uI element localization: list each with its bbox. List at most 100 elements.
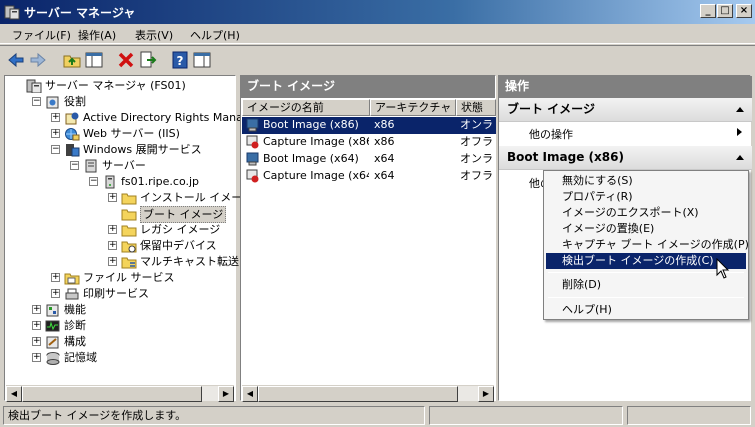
tree-node-label[interactable]: Windows 展開サービス [83,142,202,157]
back-arrow-icon[interactable] [6,50,26,70]
tree-node[interactable]: + 保留中デバイス [5,238,233,254]
context-menu-item[interactable]: ヘルプ(H) [546,302,746,318]
collapse-icon[interactable]: − [32,97,41,106]
folder-icon [121,207,137,221]
tree-node[interactable]: ブート イメージ [5,206,233,223]
servers-icon [83,159,99,173]
tree-node-label[interactable]: 機能 [64,302,86,317]
tree-node[interactable]: + レガシ イメージ [5,222,233,238]
tree-node-label[interactable]: 記憶域 [64,350,97,365]
list-item[interactable]: Capture Image (x64) x64 オフライン [242,168,496,185]
wds-icon [64,143,80,157]
expand-icon[interactable]: + [32,337,41,346]
help-icon[interactable]: ? [170,50,190,70]
tree-node[interactable]: − Windows 展開サービス [5,142,233,158]
forward-arrow-icon[interactable] [28,50,48,70]
show-hide-action-pane-icon[interactable] [192,50,212,70]
list-horizontal-scrollbar[interactable]: ◀ ▶ [242,385,494,402]
tree-node-label[interactable]: 印刷サービス [83,286,149,301]
up-level-icon[interactable] [62,50,82,70]
expand-icon[interactable]: + [108,257,117,266]
actions-section-label: ブート イメージ [507,102,595,116]
tree-node[interactable]: − サーバー [5,158,233,174]
expand-icon[interactable]: + [32,321,41,330]
expand-icon[interactable]: + [51,289,60,298]
scroll-left-button[interactable]: ◀ [242,386,258,402]
tree-node[interactable]: + 構成 [5,334,233,350]
collapse-arrow-icon[interactable] [736,107,744,112]
tree-node-label[interactable]: 診断 [64,318,86,333]
expand-icon[interactable]: + [108,241,117,250]
collapse-icon[interactable]: − [70,161,79,170]
expand-icon[interactable]: + [108,225,117,234]
list-item[interactable]: Boot Image (x86) x86 オンライン [242,117,496,134]
delete-icon[interactable] [116,50,136,70]
tree-node[interactable]: サーバー マネージャ (FS01) [5,78,233,94]
collapse-icon[interactable]: − [51,145,60,154]
server-icon [102,175,118,189]
scroll-right-button[interactable]: ▶ [478,386,494,402]
title-bar[interactable]: サーバー マネージャ _ □ × [0,0,755,24]
tree-node-label[interactable]: レガシ イメージ [140,222,220,237]
context-menu-item[interactable]: イメージのエクスポート(X) [546,205,746,221]
tree-node-label[interactable]: ファイル サービス [83,270,175,285]
tree-node-label[interactable]: fs01.ripe.co.jp [121,174,199,189]
collapse-icon[interactable]: − [89,177,98,186]
expand-icon[interactable]: + [51,113,60,122]
export-list-icon[interactable] [138,50,158,70]
close-button[interactable]: × [736,4,752,18]
tree-node[interactable]: − 役割 [5,94,233,110]
tree-node[interactable]: + Active Directory Rights Managem [5,110,267,126]
tree-node[interactable]: + マルチキャスト転送 [5,254,239,270]
menu-view[interactable]: 表示(V) [135,27,173,43]
scroll-left-button[interactable]: ◀ [6,386,22,402]
actions-section-selected-image[interactable]: Boot Image (x86) [499,146,752,170]
tree-horizontal-scrollbar[interactable]: ◀ ▶ [6,385,234,402]
context-menu-item[interactable]: プロパティ(R) [546,189,746,205]
expand-icon[interactable]: + [32,305,41,314]
expand-icon[interactable]: + [51,129,60,138]
show-hide-console-tree-icon[interactable] [84,50,104,70]
tree-node-label[interactable]: インストール イメージ [140,190,253,205]
more-actions-link[interactable]: 他の操作 [529,126,573,142]
tree-node[interactable]: + Web サーバー (IIS) [5,126,233,142]
tree-node[interactable]: + 機能 [5,302,233,318]
tree-node-label[interactable]: 役割 [64,94,86,109]
minimize-button[interactable]: _ [700,4,716,18]
tree-node[interactable]: − fs01.ripe.co.jp [5,174,233,190]
context-menu-item[interactable]: イメージの置換(E) [546,221,746,237]
console-tree[interactable]: サーバー マネージャ (FS01) − 役割 + Active Directory Ri… [4,75,267,402]
tree-node[interactable]: + ファイル サービス [5,270,233,286]
tree-node-label[interactable]: サーバー [102,158,146,173]
actions-section-boot-images[interactable]: ブート イメージ [499,98,752,122]
list-item[interactable]: Boot Image (x64) x64 オンライン [242,151,496,168]
column-header-name[interactable]: イメージの名前 [242,99,370,116]
expand-icon[interactable]: + [32,353,41,362]
column-header-state[interactable]: 状態 [456,99,496,116]
list-item[interactable]: Capture Image (x86) x86 オフライン [242,134,496,151]
scroll-thumb[interactable] [22,386,202,402]
tree-node-label[interactable]: 保留中デバイス [140,238,217,253]
context-menu-item[interactable]: キャプチャ ブート イメージの作成(P) [546,237,749,253]
tree-node[interactable]: + インストール イメージ [5,190,253,206]
maximize-button[interactable]: □ [717,4,733,18]
menu-file[interactable]: ファイル(F) [12,27,71,43]
tree-node-label[interactable]: マルチキャスト転送 [140,254,239,269]
tree-node-label[interactable]: ブート イメージ [140,206,227,223]
scroll-right-button[interactable]: ▶ [218,386,234,402]
expand-icon[interactable]: + [108,193,117,202]
scroll-thumb[interactable] [258,386,458,402]
image-name-cell: Boot Image (x86) [263,118,359,131]
tree-node[interactable]: + 診断 [5,318,233,334]
collapse-arrow-icon[interactable] [736,155,744,160]
tree-node-label[interactable]: Web サーバー (IIS) [83,126,180,141]
tree-node-label[interactable]: 構成 [64,334,86,349]
tree-node[interactable]: + 印刷サービス [5,286,233,302]
column-header-architecture[interactable]: アーキテクチャ [370,99,456,116]
context-menu-item[interactable]: 無効にする(S) [546,173,746,189]
expand-icon[interactable]: + [51,273,60,282]
menu-help[interactable]: ヘルプ(H) [190,27,240,43]
tree-node[interactable]: + 記憶域 [5,350,233,366]
menu-action[interactable]: 操作(A) [78,27,116,43]
tree-node-label[interactable]: サーバー マネージャ (FS01) [45,78,186,93]
